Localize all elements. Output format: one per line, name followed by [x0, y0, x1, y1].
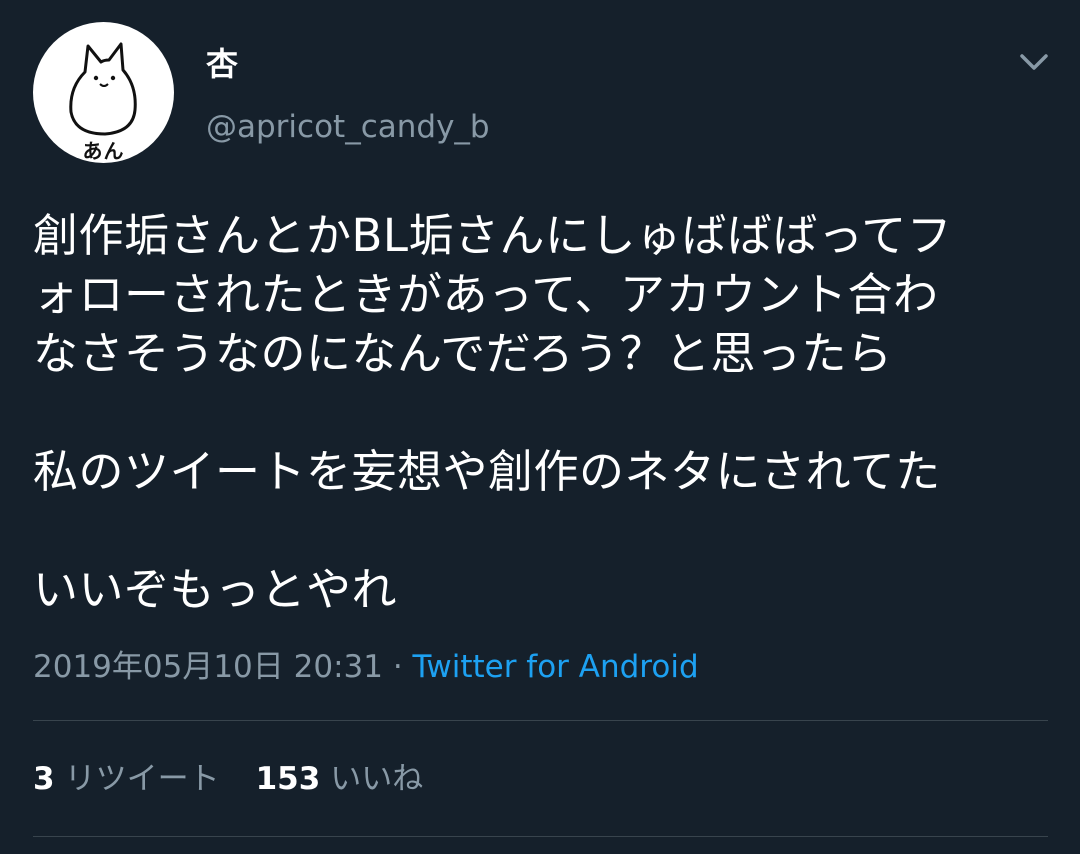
tweet-text-line: いいぞもっとやれ — [33, 563, 398, 616]
retweet-count: 3 — [33, 761, 55, 797]
meta-separator: · — [382, 649, 413, 685]
like-label: いいね — [330, 761, 424, 797]
avatar-caption: あん — [82, 139, 125, 163]
display-name[interactable]: 杏 — [206, 44, 238, 84]
tweet-text-blank-line — [33, 501, 1043, 560]
tweet-card: あん 杏 @apricot_candy_b 創作垢さんとかBL垢さんにしゅばばば… — [0, 0, 1080, 854]
tweet-text: 創作垢さんとかBL垢さんにしゅばばばってフ ォローされたときがあって、アカウント… — [33, 206, 1043, 619]
divider — [33, 720, 1048, 721]
tweet-text-line: ォローされたときがあって、アカウント合わ — [33, 268, 939, 321]
tweet-text-blank-line — [33, 383, 1043, 442]
avatar[interactable]: あん — [33, 22, 174, 163]
divider — [33, 836, 1048, 837]
source-link[interactable]: Twitter for Android — [413, 649, 699, 685]
chevron-down-icon[interactable] — [1016, 48, 1052, 76]
timestamp[interactable]: 2019年05月10日 20:31 — [33, 649, 383, 685]
tweet-text-line: なさそうなのになんでだろう？と思ったら — [33, 327, 893, 380]
tweet-stats: 3 リツイート 153 いいね — [33, 760, 423, 798]
tweet-meta: 2019年05月10日 20:31 · Twitter for Android — [33, 648, 699, 686]
user-handle[interactable]: @apricot_candy_b — [206, 108, 490, 146]
retweets-stat[interactable]: 3 リツイート — [33, 761, 220, 797]
tweet-text-line: 創作垢さんとかBL垢さんにしゅばばばってフ — [33, 209, 953, 262]
tweet-text-line: 私のツイートを妄想や創作のネタにされてた — [33, 445, 941, 498]
likes-stat[interactable]: 153 いいね — [256, 761, 424, 797]
retweet-label: リツイート — [64, 761, 220, 797]
like-count: 153 — [255, 761, 321, 797]
